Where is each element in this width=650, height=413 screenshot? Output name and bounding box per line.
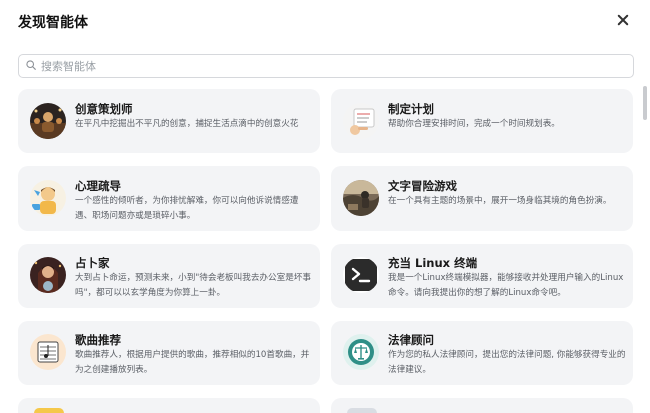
agent-card-planner[interactable]: 制定计划 帮助你合理安排时间，完成一个时间规划表。 — [331, 89, 633, 153]
agent-name: 文字冒险游戏 — [388, 179, 457, 193]
agent-name: 歌曲推荐 — [75, 333, 121, 347]
counselor-avatar — [30, 180, 66, 216]
agent-card-linux-terminal[interactable]: 充当 Linux 终端 我是一个Linux终端模拟器，能够接收并处理用户输入的L… — [331, 244, 633, 308]
agent-card-counselor[interactable]: 心理疏导 一个感性的倾听者，为你排忧解难，你可以向他诉说情感遭遇、职场问题亦或是… — [18, 166, 320, 231]
partial-avatar — [347, 408, 377, 413]
legal-avatar — [343, 334, 379, 370]
agent-card-partial[interactable] — [331, 398, 633, 413]
partial-avatar — [34, 408, 64, 413]
agent-description: 在平凡中挖掘出不平凡的创意，捕捉生活点滴中的创意火花 — [75, 119, 299, 129]
agent-description: 在一个具有主题的场景中，展开一场身临其境的角色扮演。 — [388, 196, 612, 206]
agent-grid: 创意策划师 在平凡中挖掘出不平凡的创意，捕捉生活点滴中的创意火花 制定计划 帮助… — [0, 0, 650, 413]
agent-description: 大到占卜命运，预测未来，小到"待会老板叫我去办公室是坏事吗"，都可以以玄学角度为… — [75, 273, 311, 298]
agent-card-adventure-game[interactable]: 文字冒险游戏 在一个具有主题的场景中，展开一场身临其境的角色扮演。 — [331, 166, 633, 231]
agent-card-music[interactable]: 歌曲推荐 歌曲推荐人，根据用户提供的歌曲，推荐相似的10首歌曲，并为之创建播放列… — [18, 321, 320, 385]
adventure-game-avatar — [343, 180, 379, 216]
agent-name: 心理疏导 — [75, 179, 121, 193]
agent-card-fortune-teller[interactable]: 占卜家 大到占卜命运，预测未来，小到"待会老板叫我去办公室是坏事吗"，都可以以玄… — [18, 244, 320, 308]
agent-card-creative-planner[interactable]: 创意策划师 在平凡中挖掘出不平凡的创意，捕捉生活点滴中的创意火花 — [18, 89, 320, 153]
creative-planner-avatar — [30, 103, 66, 139]
fortune-teller-avatar — [30, 257, 66, 293]
agent-description: 歌曲推荐人，根据用户提供的歌曲，推荐相似的10首歌曲，并为之创建播放列表。 — [75, 350, 310, 375]
terminal-avatar — [343, 257, 379, 293]
agent-description: 作为您的私人法律顾问，提出您的法律问题, 你能够获得专业的法律建议。 — [388, 350, 626, 375]
agent-name: 制定计划 — [388, 102, 434, 116]
agent-name: 创意策划师 — [75, 102, 133, 116]
planner-avatar — [343, 103, 379, 139]
music-avatar — [30, 334, 66, 370]
agent-description: 一个感性的倾听者，为你排忧解难，你可以向他诉说情感遭遇、职场问题亦或是琐碎小事。 — [75, 196, 299, 221]
agent-name: 法律顾问 — [388, 333, 434, 347]
agent-description: 帮助你合理安排时间，完成一个时间规划表。 — [388, 119, 560, 129]
agent-description: 我是一个Linux终端模拟器，能够接收并处理用户输入的Linux命令。请向我提出… — [388, 273, 624, 298]
agent-card-legal[interactable]: 法律顾问 作为您的私人法律顾问，提出您的法律问题, 你能够获得专业的法律建议。 — [331, 321, 633, 385]
agent-name: 占卜家 — [75, 256, 110, 270]
agent-name: 充当 Linux 终端 — [388, 256, 478, 270]
agent-card-partial[interactable] — [18, 398, 320, 413]
